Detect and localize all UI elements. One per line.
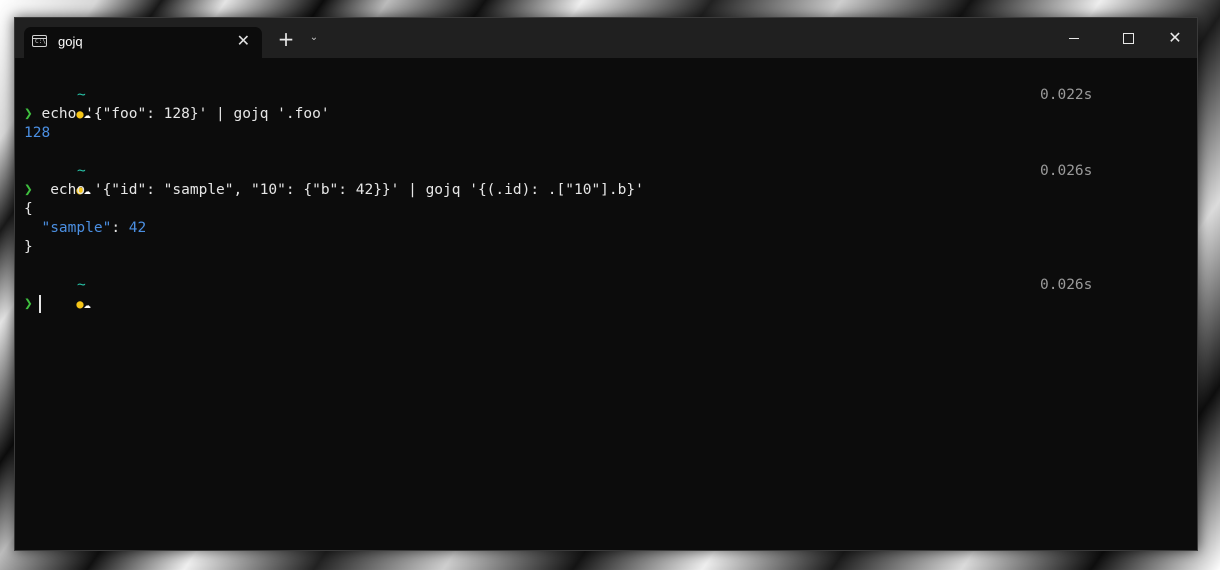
output-separator: : (111, 220, 129, 236)
new-tab-button[interactable]: + (275, 28, 297, 50)
prompt-directory: ~ (77, 277, 86, 293)
command-line: ❯ echo '{"foo": 128}' | gojq '.foo' (24, 105, 330, 124)
terminal-icon: C:\ (32, 35, 47, 47)
tab-title: gojq (58, 34, 83, 49)
command-duration: 0.026s (1040, 277, 1093, 293)
output-close-brace: } (24, 239, 33, 255)
command-line: ❯ echo '{"id": "sample", "10": {"b": 42}… (24, 181, 644, 200)
prompt-arrow-icon: ❯ (24, 106, 33, 122)
command-text: echo '{"id": "sample", "10": {"b": 42}}'… (32, 182, 644, 198)
output-open-brace: { (24, 201, 33, 217)
output-key: "sample" (41, 220, 112, 236)
tab-close-icon[interactable]: ✕ (237, 32, 250, 50)
command-output: 128 (24, 125, 51, 141)
prompt-directory: ~ (77, 87, 86, 103)
title-bar: C:\ gojq ✕ + ⌄ ✕ (15, 18, 1197, 58)
close-button[interactable]: ✕ (1163, 28, 1187, 48)
maximize-icon (1122, 32, 1134, 44)
minimize-icon (1069, 37, 1079, 39)
output-entry: "sample": 42 (24, 219, 146, 238)
chevron-down-icon[interactable]: ⌄ (307, 31, 321, 45)
prompt-arrow-icon: ❯ (24, 296, 33, 312)
text-cursor (38, 295, 41, 313)
minimize-button[interactable] (1062, 28, 1086, 48)
partly-cloudy-icon: ●☁ (76, 297, 91, 311)
command-duration: 0.026s (1040, 163, 1093, 179)
tab-gojq[interactable]: C:\ gojq ✕ (24, 27, 262, 58)
command-duration: 0.022s (1040, 87, 1093, 103)
output-value: 42 (128, 220, 147, 236)
maximize-button[interactable] (1116, 28, 1140, 48)
prompt-arrow-icon: ❯ (24, 182, 33, 198)
prompt-directory: ~ (77, 163, 86, 179)
command-text: echo '{"foo": 128}' | gojq '.foo' (32, 106, 330, 122)
terminal-output[interactable]: ●☁ ~ 0.022s ❯ echo '{"foo": 128}' | gojq… (24, 86, 1197, 550)
active-command-line[interactable]: ❯ (24, 295, 41, 314)
terminal-window: C:\ gojq ✕ + ⌄ ✕ ●☁ ~ 0.022s ❯ echo '{"f… (14, 17, 1198, 551)
